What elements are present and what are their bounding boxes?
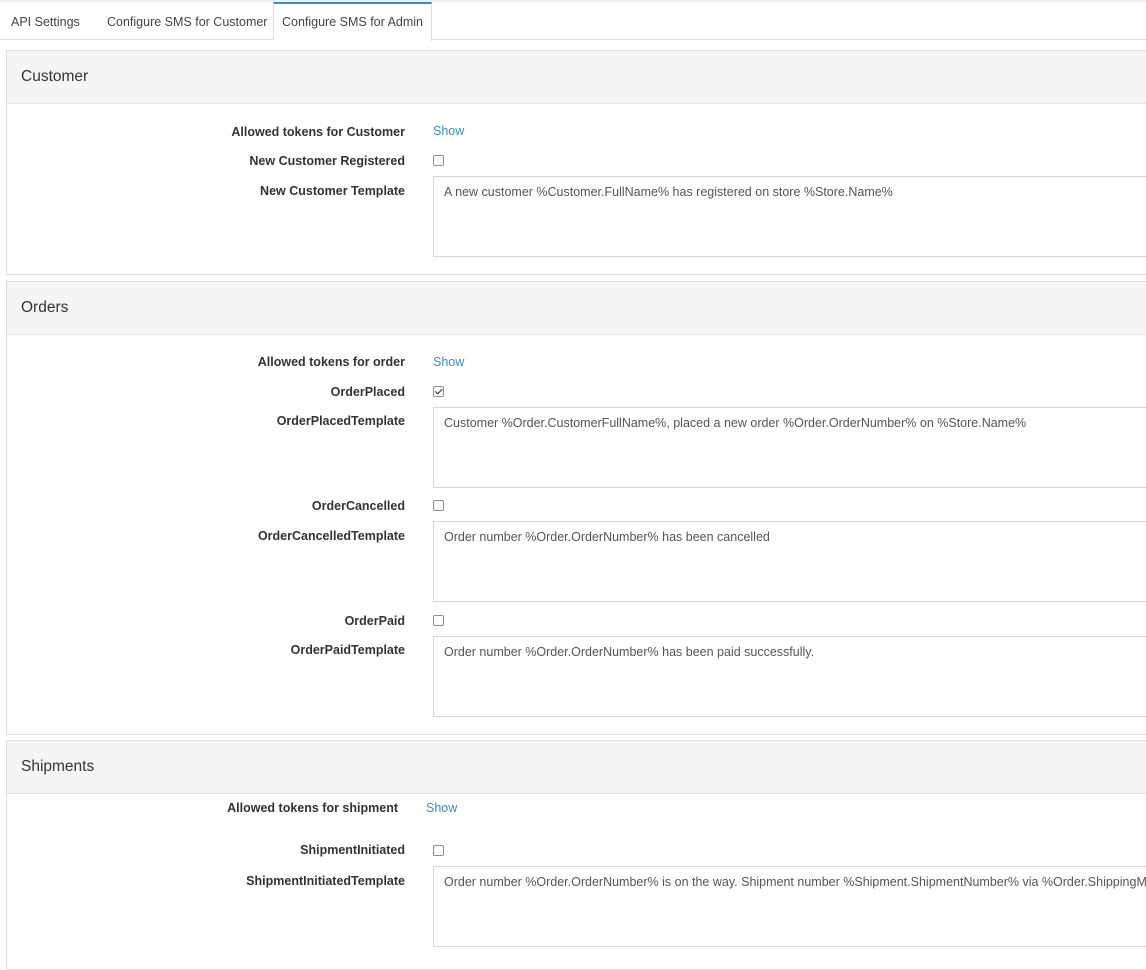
shipments-panel-heading: Shipments: [7, 741, 1146, 794]
order-placed-checkbox[interactable]: [433, 386, 444, 397]
show-order-tokens-link[interactable]: Show: [433, 355, 464, 369]
order-placed-label: OrderPlaced: [330, 385, 405, 399]
orders-panel: Orders Allowed tokens for order Show Ord…: [6, 281, 1146, 735]
shipment-initiated-template-label: ShipmentInitiatedTemplate: [246, 874, 405, 888]
new-customer-registered-label: New Customer Registered: [249, 154, 405, 168]
new-customer-template-label: New Customer Template: [260, 184, 405, 198]
allowed-tokens-shipment-label: Allowed tokens for shipment: [227, 801, 398, 815]
shipment-initiated-label: ShipmentInitiated: [300, 843, 405, 857]
allowed-tokens-order-label: Allowed tokens for order: [257, 355, 405, 369]
tab-configure-sms-admin[interactable]: Configure SMS for Admin: [273, 2, 432, 41]
show-customer-tokens-link[interactable]: Show: [433, 124, 464, 138]
tab-api-settings[interactable]: API Settings: [11, 2, 80, 41]
new-customer-registered-checkbox[interactable]: [433, 155, 444, 166]
new-customer-template-textarea[interactable]: A new customer %Customer.FullName% has r…: [433, 176, 1146, 257]
order-paid-label: OrderPaid: [344, 614, 405, 628]
shipments-panel: Shipments Allowed tokens for shipment Sh…: [6, 740, 1146, 970]
order-cancelled-template-textarea[interactable]: Order number %Order.OrderNumber% has bee…: [433, 521, 1146, 602]
order-paid-template-label: OrderPaidTemplate: [290, 643, 405, 657]
customer-panel-title: Customer: [21, 68, 89, 85]
settings-tabs: API Settings Configure SMS for Customer …: [0, 2, 1146, 41]
show-shipment-tokens-link[interactable]: Show: [426, 801, 457, 815]
order-paid-checkbox[interactable]: [433, 615, 444, 626]
order-placed-template-label: OrderPlacedTemplate: [276, 414, 405, 428]
shipment-initiated-template-textarea[interactable]: Order number %Order.OrderNumber% is on t…: [433, 866, 1146, 947]
order-cancelled-label: OrderCancelled: [311, 499, 405, 513]
customer-panel: Customer Allowed tokens for Customer Sho…: [6, 50, 1146, 275]
tab-configure-sms-customer[interactable]: Configure SMS for Customer: [107, 2, 267, 41]
order-placed-template-textarea[interactable]: Customer %Order.CustomerFullName%, place…: [433, 407, 1146, 488]
customer-panel-heading: Customer: [7, 51, 1146, 104]
shipments-panel-title: Shipments: [21, 758, 95, 775]
allowed-tokens-customer-label: Allowed tokens for Customer: [231, 125, 405, 139]
order-cancelled-checkbox[interactable]: [433, 500, 444, 511]
order-cancelled-template-label: OrderCancelledTemplate: [257, 529, 405, 543]
orders-panel-title: Orders: [21, 299, 69, 316]
shipment-initiated-checkbox[interactable]: [433, 845, 444, 856]
order-paid-template-textarea[interactable]: Order number %Order.OrderNumber% has bee…: [433, 636, 1146, 717]
orders-panel-heading: Orders: [7, 282, 1146, 335]
